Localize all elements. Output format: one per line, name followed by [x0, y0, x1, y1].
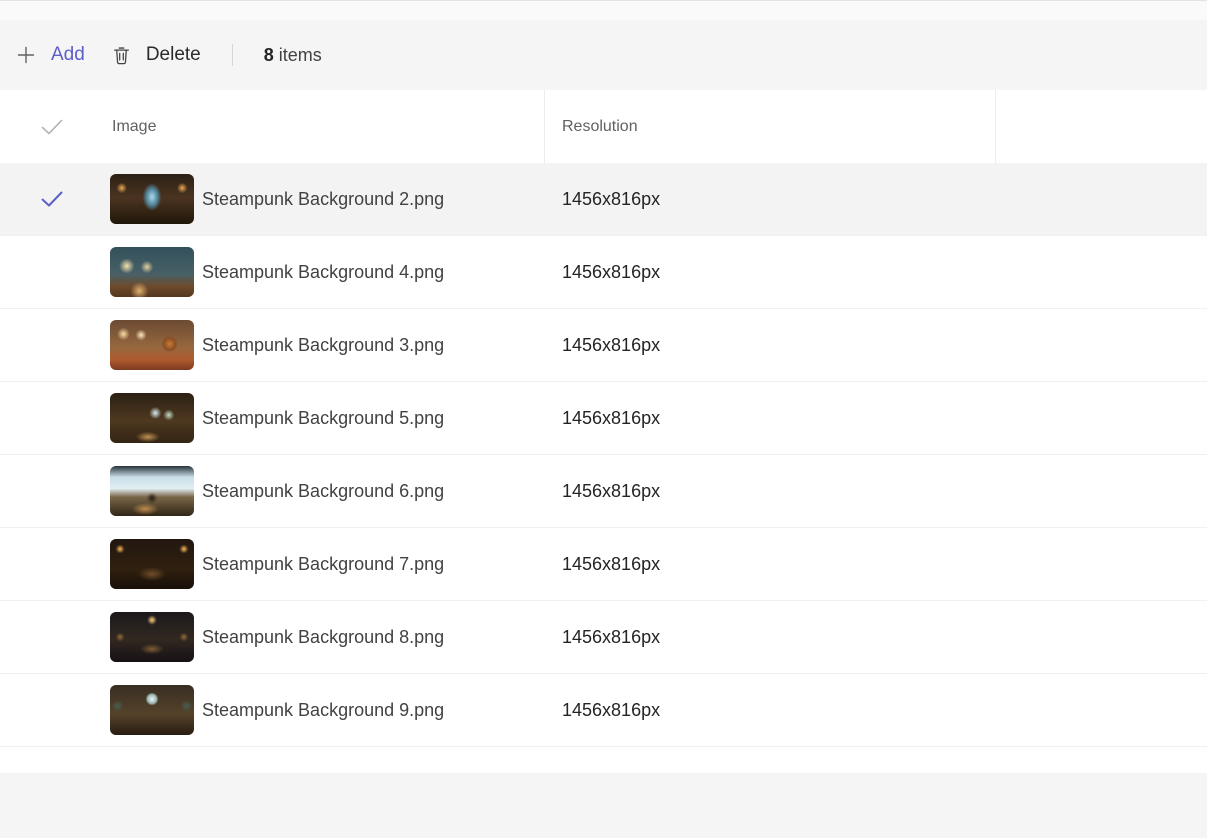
- row-checkbox[interactable]: [0, 701, 110, 719]
- trash-icon: [112, 45, 131, 65]
- table-row[interactable]: Steampunk Background 7.png 1456x816px: [0, 528, 1207, 601]
- image-filename: Steampunk Background 2.png: [202, 188, 445, 209]
- items-count-label: items: [278, 44, 322, 65]
- image-filename: Steampunk Background 5.png: [202, 407, 445, 428]
- row-checkbox[interactable]: [0, 555, 110, 573]
- image-filename: Steampunk Background 4.png: [202, 261, 445, 282]
- resolution-cell: 1456x816px: [562, 700, 1207, 721]
- image-thumbnail: [110, 393, 194, 443]
- row-checkbox[interactable]: [0, 628, 110, 646]
- image-thumbnail: [110, 685, 194, 735]
- image-resolution: 1456x816px: [562, 626, 661, 647]
- table-row[interactable]: Steampunk Background 2.png 1456x816px: [0, 163, 1207, 236]
- image-cell: Steampunk Background 2.png: [110, 174, 562, 224]
- top-strip: [0, 0, 1207, 20]
- image-resolution: 1456x816px: [562, 261, 661, 282]
- add-button[interactable]: Add: [16, 44, 85, 66]
- image-thumbnail: [110, 320, 194, 370]
- image-cell: Steampunk Background 3.png: [110, 320, 562, 370]
- delete-button[interactable]: Delete: [112, 44, 201, 66]
- table-row[interactable]: Steampunk Background 8.png 1456x816px: [0, 601, 1207, 674]
- image-cell: Steampunk Background 6.png: [110, 466, 562, 516]
- image-thumbnail: [110, 612, 194, 662]
- selected-check-icon: [41, 191, 63, 207]
- image-cell: Steampunk Background 7.png: [110, 539, 562, 589]
- column-divider: [995, 90, 996, 163]
- resolution-cell: 1456x816px: [562, 481, 1207, 502]
- image-resolution: 1456x816px: [562, 334, 661, 355]
- list-end-spacer: [0, 747, 1207, 773]
- image-filename: Steampunk Background 6.png: [202, 480, 445, 501]
- resolution-cell: 1456x816px: [562, 335, 1207, 356]
- image-resolution: 1456x816px: [562, 188, 661, 209]
- select-all-check-icon: [41, 119, 63, 134]
- image-list-page: Add Delete 8 items Image Resolution Stea…: [0, 0, 1207, 838]
- image-filename: Steampunk Background 7.png: [202, 553, 445, 574]
- add-button-label: Add: [51, 44, 85, 65]
- image-filename: Steampunk Background 3.png: [202, 334, 445, 355]
- image-thumbnail: [110, 174, 194, 224]
- image-filename: Steampunk Background 8.png: [202, 626, 445, 647]
- image-resolution: 1456x816px: [562, 407, 661, 428]
- image-resolution: 1456x816px: [562, 553, 661, 574]
- image-thumbnail: [110, 247, 194, 297]
- toolbar-divider: [231, 44, 233, 66]
- items-count: 8 items: [264, 45, 322, 66]
- resolution-cell: 1456x816px: [562, 627, 1207, 648]
- image-cell: Steampunk Background 5.png: [110, 393, 562, 443]
- table-row[interactable]: Steampunk Background 6.png 1456x816px: [0, 455, 1207, 528]
- column-header-image[interactable]: Image: [110, 118, 562, 136]
- resolution-cell: 1456x816px: [562, 554, 1207, 575]
- column-header-resolution[interactable]: Resolution: [562, 118, 1207, 136]
- row-checkbox[interactable]: [0, 336, 110, 354]
- footer-area: [0, 773, 1207, 838]
- delete-button-label: Delete: [145, 44, 201, 65]
- image-cell: Steampunk Background 8.png: [110, 612, 562, 662]
- image-thumbnail: [110, 539, 194, 589]
- table-header: Image Resolution: [0, 90, 1207, 163]
- toolbar: Add Delete 8 items: [0, 20, 1207, 90]
- column-divider: [544, 90, 545, 163]
- plus-icon: [16, 45, 36, 65]
- resolution-cell: 1456x816px: [562, 408, 1207, 429]
- items-count-number: 8: [263, 44, 274, 65]
- image-thumbnail: [110, 466, 194, 516]
- table-row[interactable]: Steampunk Background 5.png 1456x816px: [0, 382, 1207, 455]
- row-checkbox[interactable]: [0, 482, 110, 500]
- row-checkbox[interactable]: [0, 190, 110, 208]
- image-cell: Steampunk Background 9.png: [110, 685, 562, 735]
- row-checkbox[interactable]: [0, 409, 110, 427]
- image-cell: Steampunk Background 4.png: [110, 247, 562, 297]
- table-row[interactable]: Steampunk Background 9.png 1456x816px: [0, 674, 1207, 747]
- image-resolution: 1456x816px: [562, 480, 661, 501]
- table-row[interactable]: Steampunk Background 4.png 1456x816px: [0, 236, 1207, 309]
- row-checkbox[interactable]: [0, 263, 110, 281]
- resolution-cell: 1456x816px: [562, 189, 1207, 210]
- resolution-cell: 1456x816px: [562, 262, 1207, 283]
- select-all-checkbox[interactable]: [0, 118, 110, 136]
- image-resolution: 1456x816px: [562, 699, 661, 720]
- image-filename: Steampunk Background 9.png: [202, 699, 445, 720]
- table-row[interactable]: Steampunk Background 3.png 1456x816px: [0, 309, 1207, 382]
